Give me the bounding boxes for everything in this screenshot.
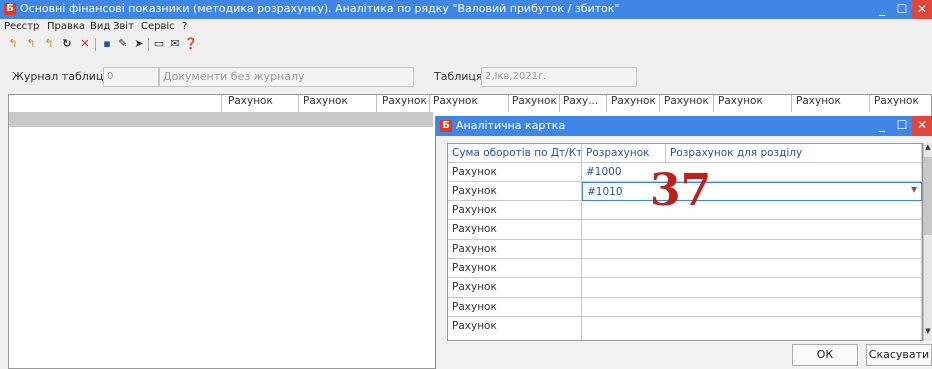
dialog-close-button[interactable]: ✕ xyxy=(912,116,932,136)
column-separator xyxy=(376,95,377,112)
toolbar-separator xyxy=(148,38,149,51)
menu-edit[interactable]: Правка xyxy=(47,21,85,32)
grid-row-label: Рахунок xyxy=(448,259,582,278)
column-separator xyxy=(791,95,792,112)
column-header[interactable]: Рахунок xyxy=(433,95,478,111)
column-separator xyxy=(659,95,660,112)
grid-row-label: Рахунок xyxy=(448,317,582,340)
grid-header-calc[interactable]: Розрахунок xyxy=(582,144,666,163)
journal-label: Журнал таблиць xyxy=(12,70,110,83)
pin-icon[interactable]: ✎ xyxy=(116,37,130,51)
column-header[interactable]: Рахунок xyxy=(611,95,656,111)
column-header[interactable]: Рахунок xyxy=(382,95,427,111)
grid-row-value-active[interactable]: #1010 xyxy=(582,182,922,201)
new-doc-icon[interactable]: ↰ xyxy=(6,37,20,51)
scroll-down-icon[interactable]: ▼ xyxy=(924,327,932,339)
menu-service[interactable]: Сервіс xyxy=(141,21,175,32)
grid-row-value[interactable] xyxy=(582,201,922,220)
ok-button[interactable]: ОК xyxy=(792,344,858,366)
column-separator xyxy=(713,95,714,112)
menu-report[interactable]: Звіт xyxy=(113,21,134,32)
dialog-logo-icon: Б xyxy=(440,120,452,132)
dialog-title: Аналітична картка xyxy=(456,119,565,132)
grid-scrollbar[interactable]: ▲ ▼ xyxy=(923,143,932,341)
column-header[interactable]: Рахунок xyxy=(796,95,841,111)
window-titlebar: Б Основні фінансові показники (методика … xyxy=(0,0,932,19)
grid-row-label: Рахунок xyxy=(448,278,582,298)
cancel-button[interactable]: Скасувати xyxy=(866,344,932,366)
grid-row-value[interactable] xyxy=(582,298,922,317)
grid-row-value[interactable] xyxy=(582,317,922,340)
grid-row-value[interactable] xyxy=(582,220,922,240)
column-separator xyxy=(298,95,299,112)
menu-help[interactable]: ? xyxy=(182,21,187,32)
column-header[interactable]: Рахунок xyxy=(228,95,273,111)
journal-name-field[interactable]: Документи без журналу xyxy=(159,67,414,87)
mail-icon[interactable]: ✉ xyxy=(168,37,182,51)
refresh-icon[interactable]: ↻ xyxy=(60,37,74,51)
column-header[interactable]: Рахунок xyxy=(664,95,709,111)
column-header[interactable]: Рахунок xyxy=(303,95,348,111)
dialog-titlebar: Б Аналітична картка xyxy=(436,116,932,136)
scroll-up-icon[interactable]: ▲ xyxy=(924,143,932,155)
delete-icon[interactable]: ✕ xyxy=(78,37,92,51)
grid-row-label: Рахунок xyxy=(448,201,582,220)
help-icon[interactable]: ❓ xyxy=(184,37,198,51)
table-label: Таблиця: xyxy=(434,70,486,83)
doc-icon[interactable]: ▭ xyxy=(152,37,166,51)
column-header[interactable]: Раху... xyxy=(563,95,598,111)
column-header[interactable]: Рахунок xyxy=(512,95,557,111)
grid-header-turnover[interactable]: Сума оборотів по Дт/Кт xyxy=(448,144,582,163)
window-title: Основні фінансові показники (методика ро… xyxy=(20,2,619,15)
dialog-minimize-button[interactable]: _ xyxy=(872,116,892,136)
column-separator xyxy=(869,95,870,112)
app-logo-icon: Б xyxy=(4,3,16,15)
column-separator xyxy=(559,95,560,112)
column-header[interactable]: Рахунок xyxy=(718,95,763,111)
grid-row-value[interactable] xyxy=(582,259,922,278)
grid-row-label: Рахунок xyxy=(448,163,582,182)
toolbar-separator xyxy=(95,38,96,51)
save-icon[interactable]: ▪ xyxy=(100,37,114,51)
maximize-button[interactable]: ☐ xyxy=(892,0,912,19)
column-separator xyxy=(429,95,430,112)
send-icon[interactable]: ➤ xyxy=(132,37,146,51)
column-header[interactable]: Рахунок xyxy=(874,95,919,111)
new-doc-2-icon[interactable]: ↰ xyxy=(24,37,38,51)
grid-row-label: Рахунок xyxy=(448,220,582,240)
grid-row-value[interactable] xyxy=(582,240,922,259)
step-number-badge: 37 xyxy=(650,167,711,215)
menu-registry[interactable]: Реєстр xyxy=(4,21,39,32)
table-field[interactable]: 2,Iкв,2021г. xyxy=(481,67,637,87)
grid-row-label: Рахунок xyxy=(448,240,582,259)
dialog-maximize-button[interactable]: ☐ xyxy=(892,116,912,136)
column-separator xyxy=(508,95,509,112)
menu-bar xyxy=(0,19,932,35)
menu-view[interactable]: Вид xyxy=(90,21,110,32)
journal-number-field[interactable]: 0 xyxy=(103,67,159,87)
grid-row-value[interactable] xyxy=(582,278,922,298)
grid-header-calc-section[interactable]: Розрахунок для розділу xyxy=(666,144,922,163)
minimize-button[interactable]: _ xyxy=(872,0,892,19)
new-doc-3-icon[interactable]: ↰ xyxy=(42,37,56,51)
dropdown-arrow-icon[interactable]: ▼ xyxy=(911,185,917,194)
main-table-selected-row[interactable] xyxy=(9,112,433,127)
column-separator xyxy=(606,95,607,112)
grid-row-value[interactable]: #1000 xyxy=(582,163,922,182)
column-separator xyxy=(221,95,222,112)
close-button[interactable]: ✕ xyxy=(912,0,932,19)
grid-row-label: Рахунок xyxy=(448,182,582,201)
scrollbar-thumb[interactable] xyxy=(924,157,932,235)
grid-row-label: Рахунок xyxy=(448,298,582,317)
